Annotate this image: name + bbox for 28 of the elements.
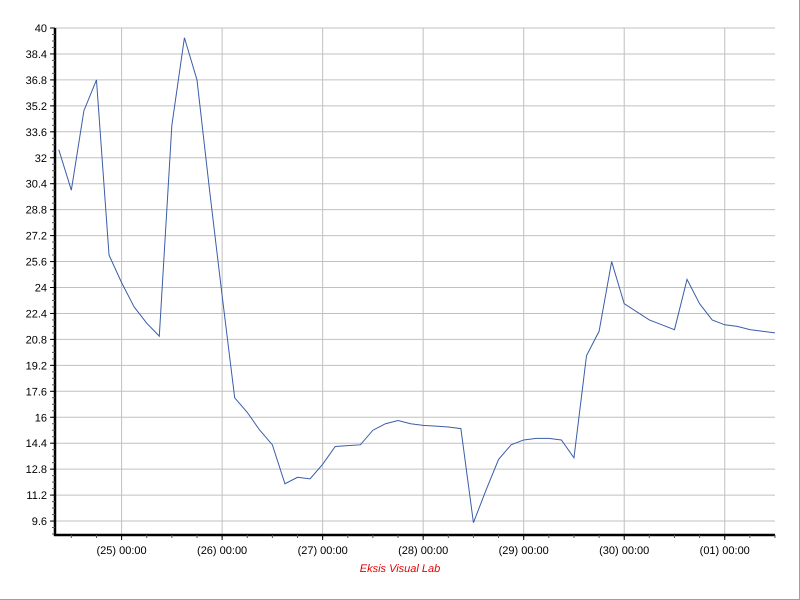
tick-label: (30) 00:00	[599, 545, 650, 557]
tick-label: 25.6	[26, 256, 47, 269]
tick-label: 38.4	[26, 48, 47, 61]
tick-label: 33.6	[26, 126, 47, 139]
tick-label: 17.6	[26, 386, 47, 398]
tick-label: (26) 00:00	[197, 545, 248, 557]
tick-label: 30.4	[26, 178, 47, 191]
tick-label: (01) 00:00	[700, 545, 750, 557]
tick-label: 36.8	[26, 74, 47, 87]
tick-label: 32	[34, 152, 47, 165]
tick-label: 40	[34, 23, 47, 35]
tick-label: 12.8	[26, 464, 47, 476]
tick-label: 22.4	[26, 308, 47, 320]
tick-label: (27) 00:00	[298, 545, 348, 557]
tick-label: 24	[34, 282, 47, 294]
tick-label: 14.4	[26, 438, 47, 450]
tick-label: 27.2	[26, 230, 47, 243]
tick-label: (29) 00:00	[498, 545, 549, 557]
credit-text: Eksis Visual Lab	[360, 563, 440, 575]
tick-label: 9.6	[32, 516, 47, 528]
tick-label: 35.2	[26, 100, 47, 113]
tick-label: 16	[34, 412, 47, 424]
tick-label: (25) 00:00	[96, 545, 147, 557]
tick-label: 28.8	[26, 204, 47, 217]
tick-label: (28) 00:00	[398, 545, 448, 557]
tick-label: 20.8	[26, 334, 47, 346]
tick-label: 11.2	[26, 490, 47, 502]
tick-label: 19.2	[26, 360, 47, 372]
